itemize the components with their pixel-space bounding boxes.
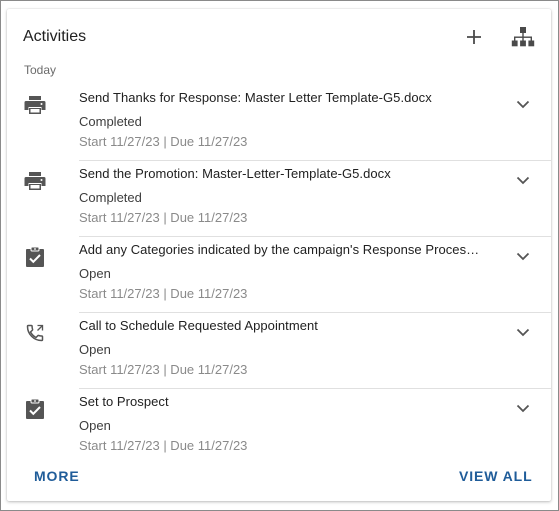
activity-title: Call to Schedule Requested Appointment (79, 318, 318, 333)
activity-dates: Start 11/27/23 | Due 11/27/23 (79, 286, 248, 301)
expand-button[interactable] (513, 398, 533, 418)
activity-title: Add any Categories indicated by the camp… (79, 242, 480, 257)
hierarchy-view-button[interactable] (510, 24, 536, 50)
activities-card: Activities Today Send Thanks for Respons… (7, 9, 551, 501)
activity-dates: Start 11/27/23 | Due 11/27/23 (79, 362, 248, 377)
clipboard-check-icon (23, 397, 47, 421)
printer-icon (23, 169, 47, 193)
activity-item[interactable]: Send Thanks for Response: Master Letter … (7, 85, 551, 161)
activity-status: Open (79, 342, 111, 357)
chevron-down-icon (516, 176, 530, 184)
chevron-down-icon (516, 328, 530, 336)
activity-list: Send Thanks for Response: Master Letter … (7, 85, 551, 465)
activity-status: Open (79, 418, 111, 433)
org-chart-icon (511, 27, 535, 47)
clipboard-check-icon (23, 245, 47, 269)
activity-dates: Start 11/27/23 | Due 11/27/23 (79, 134, 248, 149)
activity-item[interactable]: Call to Schedule Requested Appointment O… (7, 313, 551, 389)
phone-callback-icon (23, 321, 47, 345)
expand-button[interactable] (513, 94, 533, 114)
expand-button[interactable] (513, 246, 533, 266)
section-label-today: Today (24, 63, 57, 77)
card-title: Activities (23, 28, 87, 45)
activity-title: Send Thanks for Response: Master Letter … (79, 90, 432, 105)
chevron-down-icon (516, 252, 530, 260)
activity-title: Set to Prospect (79, 394, 169, 409)
add-activity-button[interactable] (461, 24, 487, 50)
activity-dates: Start 11/27/23 | Due 11/27/23 (79, 438, 248, 453)
more-button[interactable]: MORE (34, 468, 80, 484)
activity-status: Completed (79, 114, 142, 129)
printer-icon (23, 93, 47, 117)
activity-item[interactable]: Set to Prospect Open Start 11/27/23 | Du… (7, 389, 551, 465)
activity-status: Open (79, 266, 111, 281)
chevron-down-icon (516, 404, 530, 412)
expand-button[interactable] (513, 170, 533, 190)
activity-item[interactable]: Send the Promotion: Master-Letter-Templa… (7, 161, 551, 237)
view-all-button[interactable]: VIEW ALL (459, 468, 533, 484)
activity-status: Completed (79, 190, 142, 205)
chevron-down-icon (516, 100, 530, 108)
plus-icon (467, 30, 481, 44)
activity-dates: Start 11/27/23 | Due 11/27/23 (79, 210, 248, 225)
card-header: Activities (7, 9, 551, 59)
activity-item[interactable]: Add any Categories indicated by the camp… (7, 237, 551, 313)
expand-button[interactable] (513, 322, 533, 342)
activity-title: Send the Promotion: Master-Letter-Templa… (79, 166, 391, 181)
